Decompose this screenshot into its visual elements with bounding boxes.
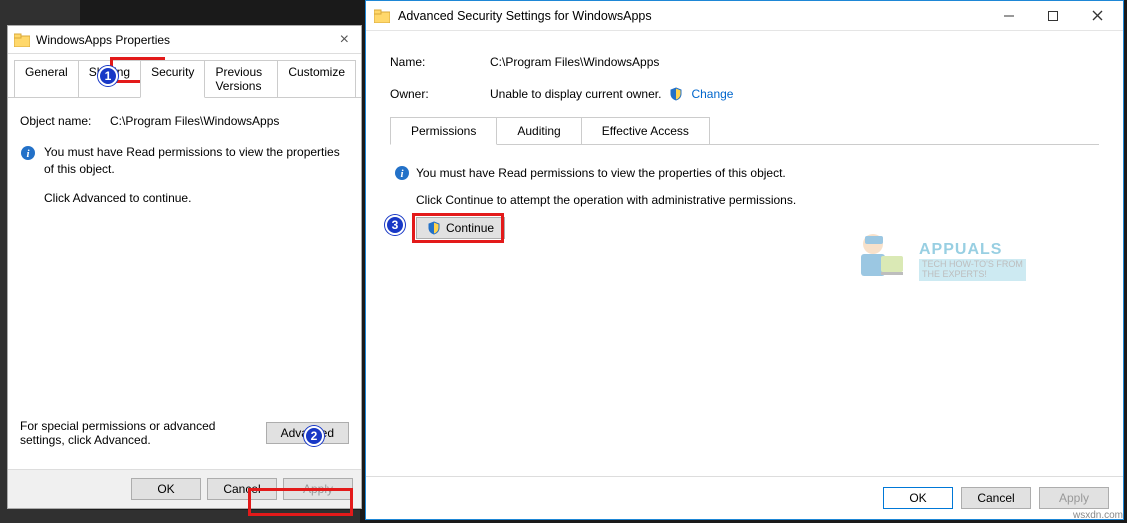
shield-icon [427, 221, 441, 235]
object-name-value: C:\Program Files\WindowsApps [110, 114, 279, 128]
cancel-button[interactable]: Cancel [207, 478, 277, 500]
adv-body: Name: C:\Program Files\WindowsApps Owner… [366, 31, 1123, 476]
permissions-tab-content: i You must have Read permissions to view… [390, 145, 1099, 253]
attribution-text: wsxdn.com [1073, 510, 1123, 521]
object-name-label: Object name: [20, 114, 110, 128]
click-continue-msg: Click Continue to attempt the operation … [394, 193, 1083, 207]
shield-icon [669, 87, 683, 101]
minimize-button[interactable] [987, 2, 1031, 30]
tab-customize[interactable]: Customize [277, 60, 356, 97]
advanced-security-window: Advanced Security Settings for WindowsAp… [365, 0, 1124, 520]
cancel-button[interactable]: Cancel [961, 487, 1031, 509]
step-badge-3: 3 [385, 215, 405, 235]
name-value: C:\Program Files\WindowsApps [490, 55, 659, 69]
step-badge-2: 2 [304, 426, 324, 446]
properties-body: Object name: C:\Program Files\WindowsApp… [8, 98, 361, 469]
folder-icon [374, 9, 390, 23]
adv-dialog-buttons: OK Cancel Apply [366, 476, 1123, 519]
tab-effective-access[interactable]: Effective Access [581, 117, 710, 144]
step-badge-1: 1 [98, 66, 118, 86]
name-label: Name: [390, 55, 490, 69]
continue-button-label: Continue [446, 221, 494, 235]
must-have-read-msg: You must have Read permissions to view t… [44, 144, 349, 178]
close-button[interactable] [1075, 2, 1119, 30]
ok-button[interactable]: OK [131, 478, 201, 500]
security-tabs: Permissions Auditing Effective Access [390, 117, 1099, 145]
apply-button: Apply [283, 478, 353, 500]
close-icon[interactable]: × [334, 31, 355, 49]
apply-button: Apply [1039, 487, 1109, 509]
change-owner-link[interactable]: Change [691, 87, 733, 101]
properties-dialog-buttons: OK Cancel Apply [8, 469, 361, 508]
continue-button[interactable]: Continue [416, 217, 505, 239]
tab-permissions[interactable]: Permissions [390, 117, 497, 145]
adv-title-text: Advanced Security Settings for WindowsAp… [398, 9, 987, 23]
properties-titlebar[interactable]: WindowsApps Properties × [8, 26, 361, 54]
folder-icon [14, 33, 30, 47]
tab-previous-versions[interactable]: Previous Versions [204, 60, 278, 97]
tab-general[interactable]: General [14, 60, 79, 97]
owner-value: Unable to display current owner. [490, 87, 661, 101]
ok-button[interactable]: OK [883, 487, 953, 509]
click-advanced-msg: Click Advanced to continue. [44, 190, 349, 207]
read-permissions-msg: You must have Read permissions to view t… [416, 166, 786, 180]
maximize-button[interactable] [1031, 2, 1075, 30]
properties-tabs: General Sharing Security Previous Versio… [8, 54, 361, 98]
owner-label: Owner: [390, 87, 490, 101]
properties-title-text: WindowsApps Properties [36, 33, 334, 47]
tab-security[interactable]: Security [140, 60, 205, 98]
tab-auditing[interactable]: Auditing [496, 117, 581, 144]
special-permissions-text: For special permissions or advanced sett… [20, 419, 266, 447]
info-icon: i [20, 145, 36, 161]
info-icon: i [394, 165, 410, 181]
adv-titlebar[interactable]: Advanced Security Settings for WindowsAp… [366, 1, 1123, 31]
